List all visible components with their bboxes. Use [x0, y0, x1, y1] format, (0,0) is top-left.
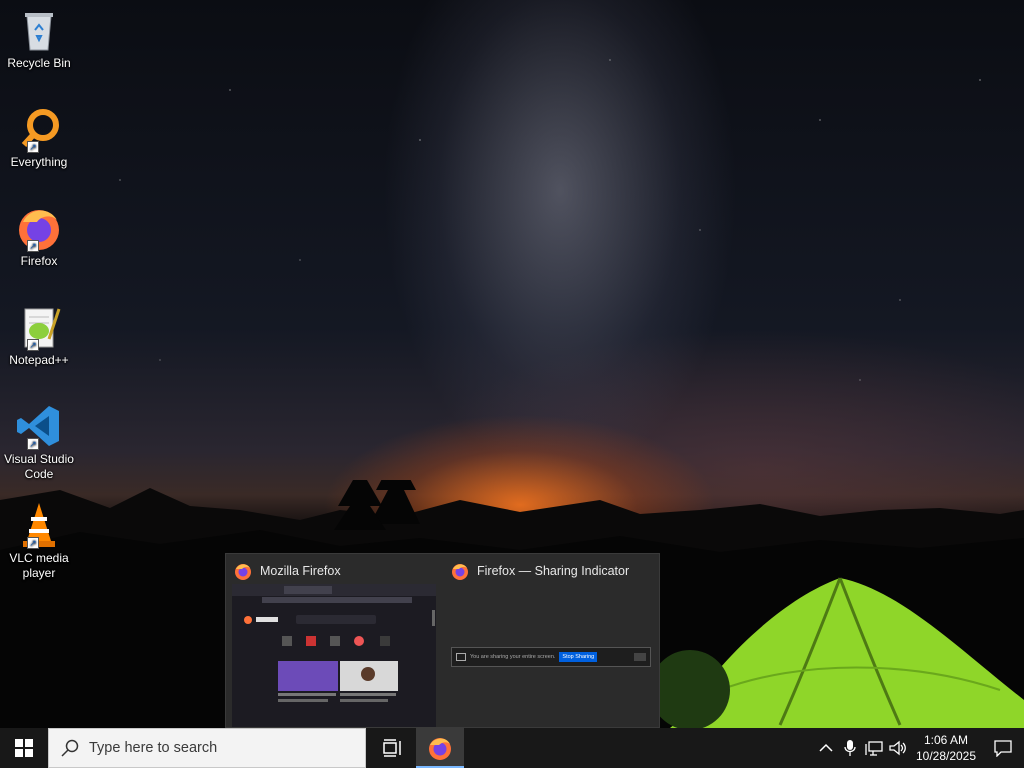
recycle-bin-icon — [15, 6, 63, 54]
network-tray-button[interactable] — [862, 728, 886, 768]
shortcut-arrow-icon: ↗ — [27, 537, 39, 549]
desktop-icon-notepadpp[interactable]: ↗ Notepad++ — [2, 303, 76, 368]
preview-window-title: Firefox — Sharing Indicator — [477, 564, 630, 578]
sharing-message: You are sharing your entire screen. — [470, 654, 556, 660]
screen-share-icon — [456, 653, 466, 661]
clock-time: 1:06 AM — [923, 733, 969, 747]
volume-tray-button[interactable] — [886, 728, 910, 768]
desktop-icon-label: Everything — [10, 155, 68, 169]
taskbar-app-firefox[interactable] — [416, 728, 464, 768]
clock-date: 10/28/2025 — [915, 749, 977, 763]
notification-icon — [994, 740, 1012, 757]
network-icon — [865, 741, 883, 756]
task-view-button[interactable] — [368, 728, 416, 768]
microphone-tray-button[interactable] — [838, 728, 862, 768]
desktop-icon-label: Notepad++ — [9, 353, 69, 367]
notepadpp-icon: ↗ — [15, 303, 63, 351]
desktop-icon-label: Visual Studio Code — [4, 452, 74, 481]
sharing-indicator-thumbnail[interactable]: You are sharing your entire screen. Stop… — [451, 647, 651, 667]
shortcut-arrow-icon: ↗ — [27, 141, 39, 153]
desktop-icon-vscode[interactable]: ↗ Visual Studio Code — [2, 402, 76, 482]
firefox-window-thumbnail[interactable] — [232, 584, 436, 727]
microphone-icon — [844, 740, 856, 756]
minimize-indicator-icon — [634, 653, 646, 661]
starry-sky — [0, 0, 1024, 520]
desktop-icon-everything[interactable]: ↗ Everything — [2, 105, 76, 170]
system-tray: 1:06 AM 10/28/2025 — [814, 728, 1024, 768]
desktop-wallpaper: Recycle Bin ↗ Everything ↗ Firefox ↗ Not… — [0, 0, 1024, 728]
task-view-icon — [383, 739, 401, 757]
shortcut-arrow-icon: ↗ — [27, 240, 39, 252]
taskbar: Type here to search 1:06 AM 10/28/2025 — [0, 728, 1024, 768]
desktop-icon-firefox[interactable]: ↗ Firefox — [2, 204, 76, 269]
show-hidden-icons-button[interactable] — [814, 728, 838, 768]
firefox-icon — [235, 564, 251, 580]
desktop-icon-label: Firefox — [20, 254, 58, 268]
firefox-icon — [429, 738, 451, 760]
vscode-icon: ↗ — [15, 402, 63, 450]
desktop-icon-label: Recycle Bin — [7, 56, 71, 70]
desktop-icon-recycle-bin[interactable]: Recycle Bin — [2, 6, 76, 71]
search-icon — [61, 739, 79, 757]
glowing-tent — [660, 577, 1024, 728]
taskbar-search-box[interactable]: Type here to search — [48, 728, 366, 768]
desktop-icon-vlc[interactable]: ↗ VLC media player — [2, 501, 76, 581]
vlc-icon: ↗ — [15, 501, 63, 549]
action-center-button[interactable] — [982, 728, 1024, 768]
stop-sharing-button: Stop Sharing — [559, 652, 598, 662]
speaker-icon — [889, 740, 906, 756]
start-button[interactable] — [0, 728, 48, 768]
search-placeholder: Type here to search — [89, 740, 218, 756]
chevron-up-icon — [819, 743, 833, 752]
preview-window-sharing-indicator[interactable]: Firefox — Sharing Indicator — [451, 562, 629, 580]
preview-window-firefox[interactable]: Mozilla Firefox — [234, 562, 341, 580]
firefox-icon — [452, 564, 468, 580]
windows-logo-icon — [15, 739, 33, 757]
everything-search-icon: ↗ — [15, 105, 63, 153]
shortcut-arrow-icon: ↗ — [27, 438, 39, 450]
desktop-icon-label: VLC media player — [9, 551, 69, 580]
taskbar-thumbnail-preview: Mozilla Firefox Firefox — Sharing Indica… — [225, 553, 660, 728]
shortcut-arrow-icon: ↗ — [27, 339, 39, 351]
taskbar-clock[interactable]: 1:06 AM 10/28/2025 — [910, 732, 982, 764]
firefox-icon: ↗ — [15, 204, 63, 252]
preview-window-title: Mozilla Firefox — [260, 564, 341, 578]
